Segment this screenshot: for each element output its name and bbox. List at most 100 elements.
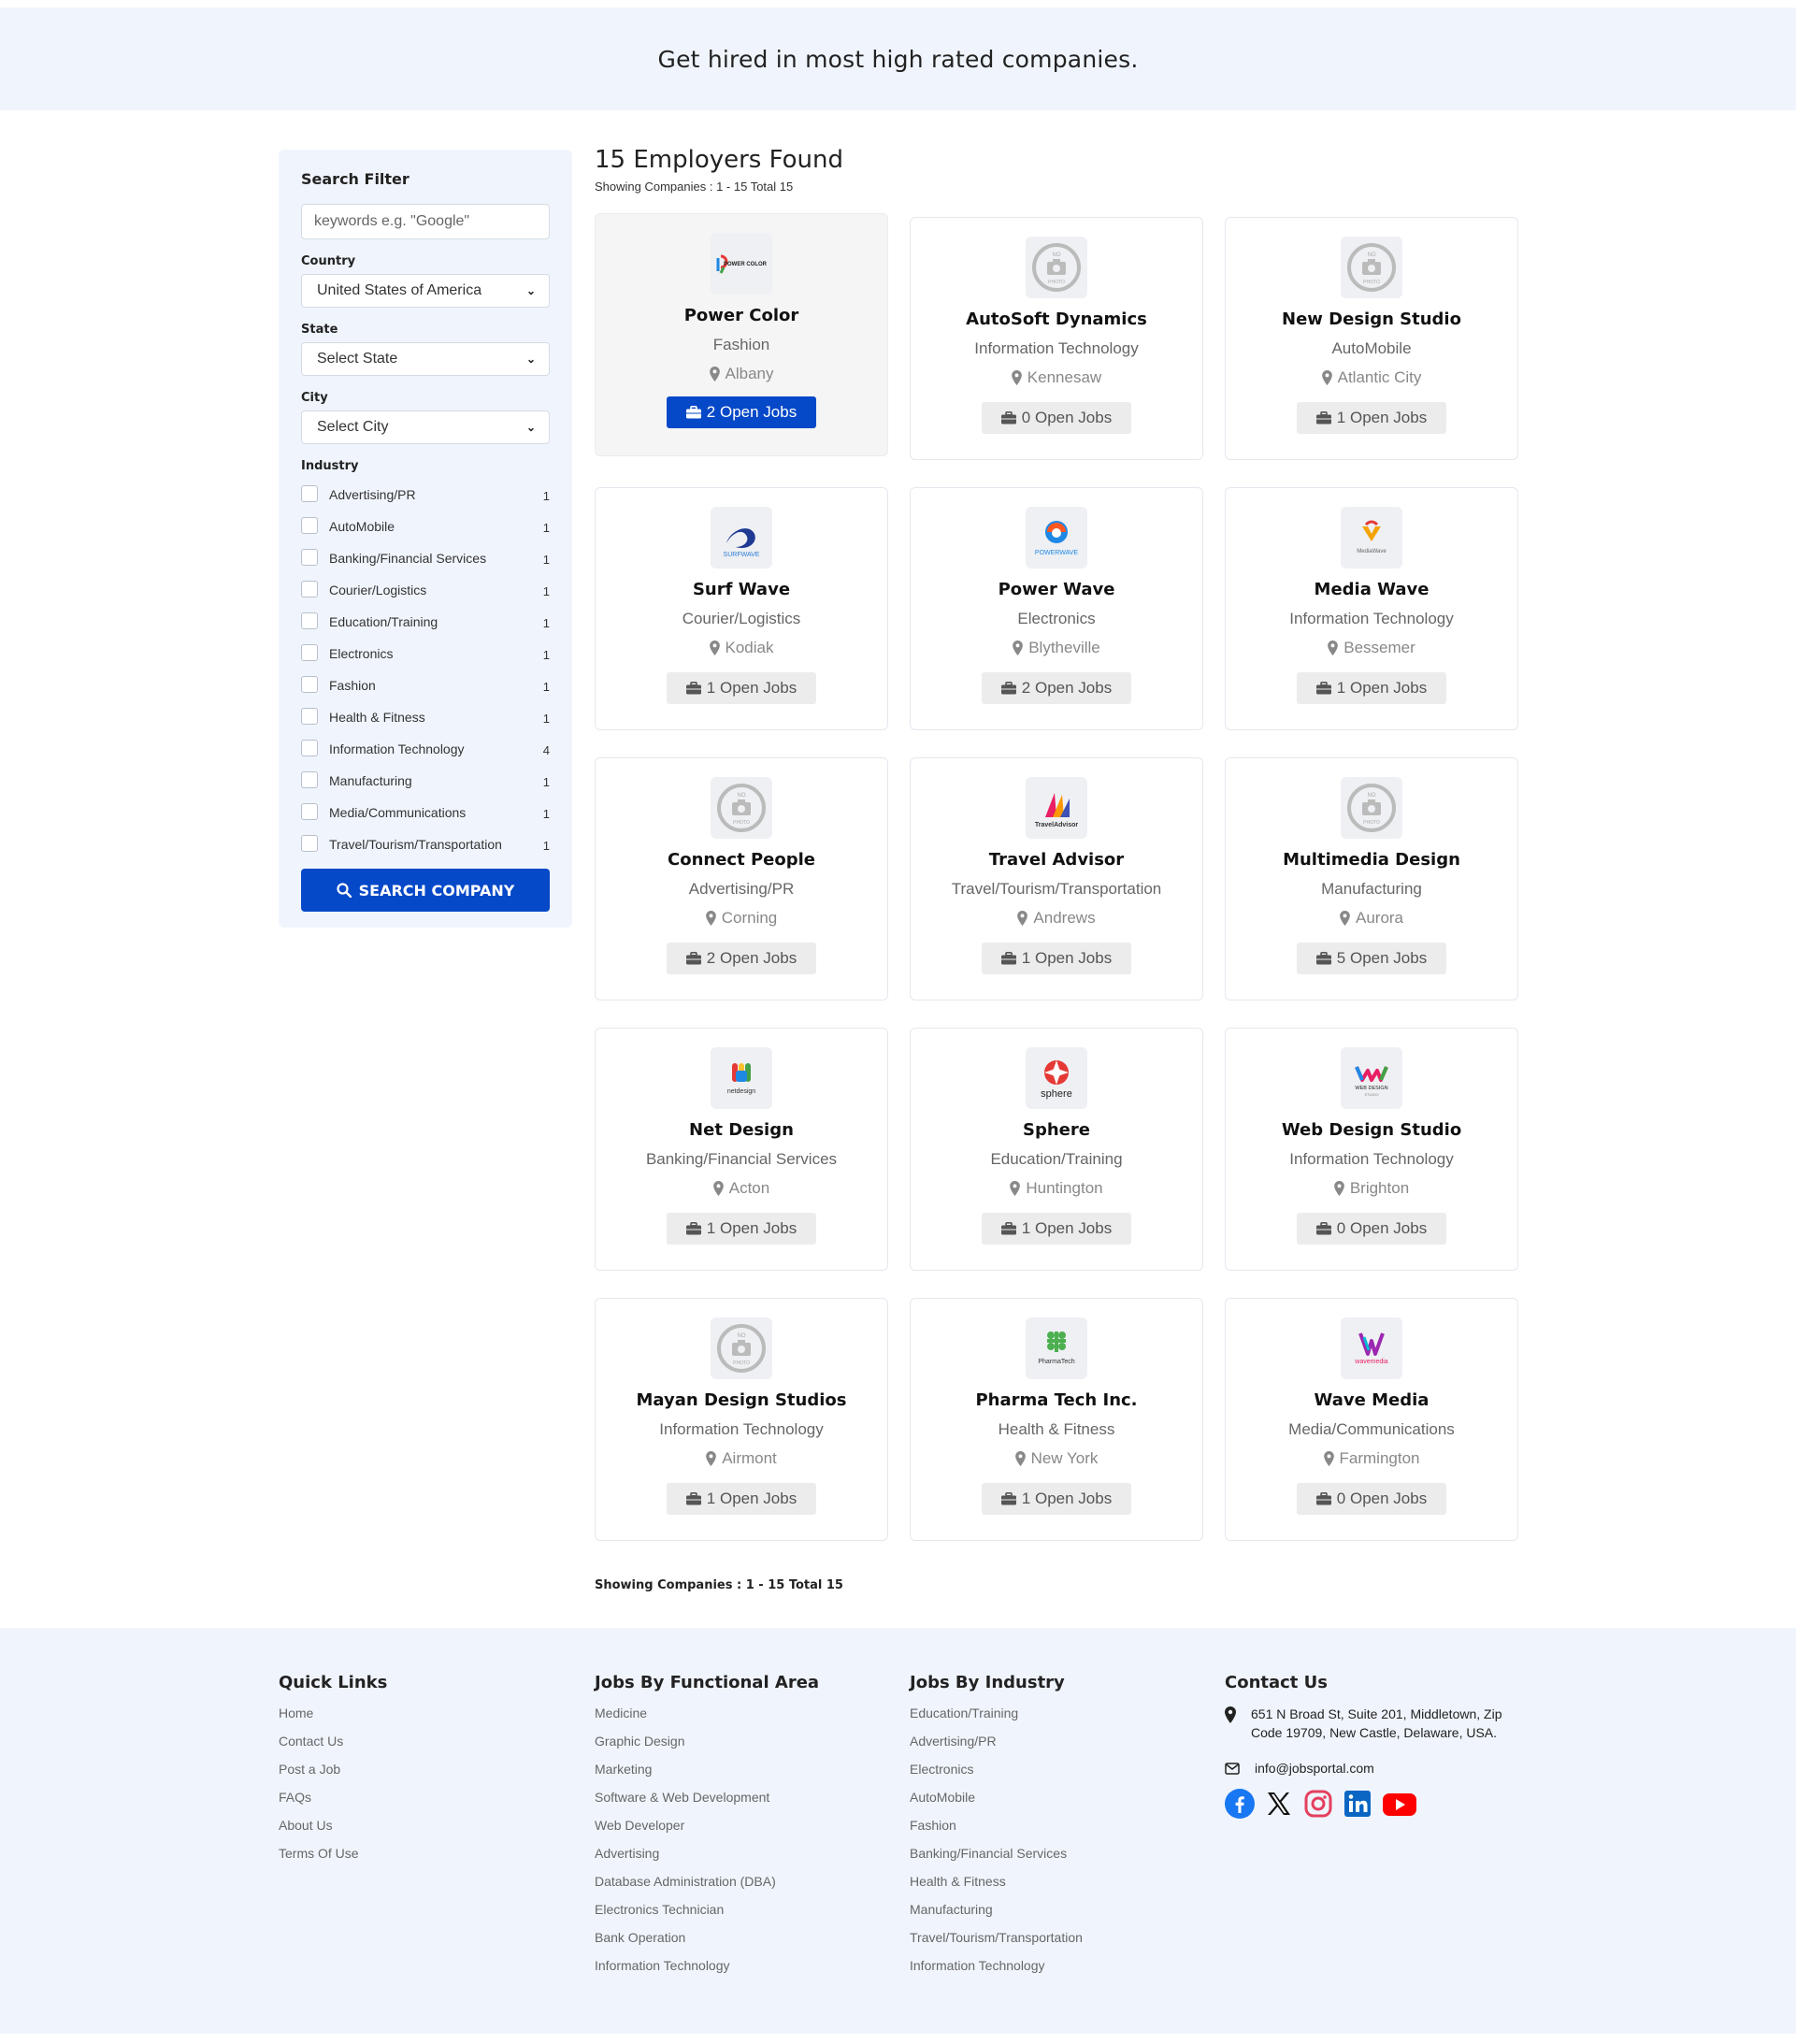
powerwave-logo[interactable]: POWERWAVE <box>1026 507 1087 569</box>
open-jobs-button[interactable]: 2 Open Jobs <box>667 396 816 428</box>
no-photo-icon[interactable]: NO PHOTO <box>711 1317 772 1379</box>
open-jobs-button[interactable]: 1 Open Jobs <box>1297 672 1446 704</box>
company-card[interactable]: POWERWAVE Power Wave Electronics Blythevill… <box>910 487 1203 730</box>
industry-link[interactable]: Education/Training <box>910 1705 1083 1733</box>
quick-link[interactable]: Post a Job <box>279 1761 387 1789</box>
open-jobs-button[interactable]: 1 Open Jobs <box>667 672 816 704</box>
checkbox[interactable] <box>301 612 318 629</box>
industry-filter-option[interactable]: Education/Training 1 <box>301 609 550 641</box>
open-jobs-button[interactable]: 1 Open Jobs <box>982 1483 1131 1515</box>
quick-link[interactable]: Contact Us <box>279 1733 387 1761</box>
functional-area-link[interactable]: Database Administration (DBA) <box>595 1873 819 1901</box>
netdesign-logo[interactable]: netdesign <box>711 1047 772 1109</box>
state-select[interactable]: Select State ⌄ <box>301 342 550 376</box>
no-photo-icon[interactable]: NO PHOTO <box>1026 237 1087 298</box>
no-photo-icon[interactable]: NO PHOTO <box>1341 237 1402 298</box>
industry-link[interactable]: Banking/Financial Services <box>910 1845 1083 1873</box>
pharmatech-logo[interactable]: PharmaTech <box>1026 1317 1087 1379</box>
company-name[interactable]: Multimedia Design <box>1226 850 1517 870</box>
quick-link[interactable]: FAQs <box>279 1789 387 1817</box>
functional-area-link[interactable]: Marketing <box>595 1761 819 1789</box>
industry-filter-option[interactable]: Fashion 1 <box>301 672 550 704</box>
checkbox[interactable] <box>301 771 318 788</box>
no-photo-icon[interactable]: NO PHOTO <box>711 777 772 839</box>
company-card[interactable]: NO PHOTO Mayan Design Studios Information T… <box>595 1298 888 1541</box>
company-name[interactable]: Power Color <box>596 306 887 325</box>
keyword-search-input[interactable] <box>301 204 550 239</box>
surfwave-logo[interactable]: SURFWAVE <box>711 507 772 569</box>
company-name[interactable]: New Design Studio <box>1226 309 1517 329</box>
checkbox[interactable] <box>301 581 318 597</box>
company-name[interactable]: Travel Advisor <box>911 850 1202 870</box>
industry-link[interactable]: Manufacturing <box>910 1901 1083 1929</box>
open-jobs-button[interactable]: 5 Open Jobs <box>1297 943 1446 974</box>
industry-filter-option[interactable]: Media/Communications 1 <box>301 799 550 831</box>
company-name[interactable]: Pharma Tech Inc. <box>911 1390 1202 1410</box>
facebook-icon[interactable] <box>1225 1789 1255 1819</box>
open-jobs-button[interactable]: 2 Open Jobs <box>667 943 816 974</box>
functional-area-link[interactable]: Graphic Design <box>595 1733 819 1761</box>
industry-filter-option[interactable]: Health & Fitness 1 <box>301 704 550 736</box>
industry-link[interactable]: Travel/Tourism/Transportation <box>910 1929 1083 1957</box>
industry-filter-option[interactable]: Advertising/PR 1 <box>301 482 550 513</box>
industry-filter-option[interactable]: Travel/Tourism/Transportation 1 <box>301 831 550 863</box>
industry-filter-option[interactable]: AutoMobile 1 <box>301 513 550 545</box>
industry-link[interactable]: AutoMobile <box>910 1789 1083 1817</box>
company-name[interactable]: Web Design Studio <box>1226 1120 1517 1140</box>
search-company-button[interactable]: SEARCH COMPANY <box>301 869 550 912</box>
open-jobs-button[interactable]: 2 Open Jobs <box>982 672 1131 704</box>
company-card[interactable]: MediaWave Media Wave Information Technolog… <box>1225 487 1518 730</box>
checkbox[interactable] <box>301 740 318 756</box>
industry-link[interactable]: Electronics <box>910 1761 1083 1789</box>
company-card[interactable]: NO PHOTO Connect People Advertising/PR Corni… <box>595 757 888 1000</box>
webdesign-logo[interactable]: WEB DESIGN STUDIO <box>1341 1047 1402 1109</box>
functional-area-link[interactable]: Software & Web Development <box>595 1789 819 1817</box>
industry-filter-option[interactable]: Banking/Financial Services 1 <box>301 545 550 577</box>
open-jobs-button[interactable]: 1 Open Jobs <box>982 943 1131 974</box>
open-jobs-button[interactable]: 1 Open Jobs <box>667 1213 816 1245</box>
company-card[interactable]: sphere Sphere Education/Training Huntington… <box>910 1028 1203 1271</box>
company-name[interactable]: Media Wave <box>1226 580 1517 599</box>
company-card[interactable]: wavemedia Wave Media Media/Communications F… <box>1225 1298 1518 1541</box>
instagram-icon[interactable] <box>1303 1789 1333 1819</box>
industry-link[interactable]: Health & Fitness <box>910 1873 1083 1901</box>
industry-filter-option[interactable]: Manufacturing 1 <box>301 768 550 799</box>
checkbox[interactable] <box>301 708 318 725</box>
company-card[interactable]: POWER COLOR Power Color Fashion Albany 2 Ope… <box>595 213 888 456</box>
x-twitter-icon[interactable] <box>1264 1789 1294 1819</box>
company-name[interactable]: Connect People <box>596 850 887 870</box>
quick-link[interactable]: Home <box>279 1705 387 1733</box>
company-card[interactable]: netdesign Net Design Banking/Financial Ser… <box>595 1028 888 1271</box>
checkbox[interactable] <box>301 803 318 820</box>
functional-area-link[interactable]: Information Technology <box>595 1957 819 1985</box>
industry-link[interactable]: Information Technology <box>910 1957 1083 1985</box>
checkbox[interactable] <box>301 517 318 534</box>
functional-area-link[interactable]: Advertising <box>595 1845 819 1873</box>
company-card[interactable]: NO PHOTO New Design Studio AutoMobile Atlant… <box>1225 217 1518 460</box>
company-card[interactable]: NO PHOTO Multimedia Design Manufacturing Aur… <box>1225 757 1518 1000</box>
functional-area-link[interactable]: Medicine <box>595 1705 819 1733</box>
checkbox[interactable] <box>301 549 318 566</box>
traveladvisor-logo[interactable]: TravelAdvisor <box>1026 777 1087 839</box>
country-select[interactable]: United States of America ⌄ <box>301 274 550 308</box>
city-select[interactable]: Select City ⌄ <box>301 410 550 444</box>
company-name[interactable]: Net Design <box>596 1120 887 1140</box>
open-jobs-button[interactable]: 1 Open Jobs <box>982 1213 1131 1245</box>
checkbox[interactable] <box>301 485 318 502</box>
wavemedia-logo[interactable]: wavemedia <box>1341 1317 1402 1379</box>
checkbox[interactable] <box>301 835 318 852</box>
checkbox[interactable] <box>301 644 318 661</box>
company-card[interactable]: NO PHOTO AutoSoft Dynamics Information Tech… <box>910 217 1203 460</box>
open-jobs-button[interactable]: 0 Open Jobs <box>982 402 1131 434</box>
company-name[interactable]: Wave Media <box>1226 1390 1517 1410</box>
mediawave-logo[interactable]: MediaWave <box>1341 507 1402 569</box>
company-card[interactable]: SURFWAVE Surf Wave Courier/Logistics Kodiak… <box>595 487 888 730</box>
industry-filter-option[interactable]: Electronics 1 <box>301 641 550 672</box>
company-name[interactable]: Sphere <box>911 1120 1202 1140</box>
industry-filter-option[interactable]: Information Technology 4 <box>301 736 550 768</box>
sphere-logo[interactable]: sphere <box>1026 1047 1087 1109</box>
open-jobs-button[interactable]: 0 Open Jobs <box>1297 1213 1446 1245</box>
open-jobs-button[interactable]: 1 Open Jobs <box>667 1483 816 1515</box>
open-jobs-button[interactable]: 1 Open Jobs <box>1297 402 1446 434</box>
contact-email[interactable]: info@jobsportal.com <box>1255 1759 1374 1778</box>
